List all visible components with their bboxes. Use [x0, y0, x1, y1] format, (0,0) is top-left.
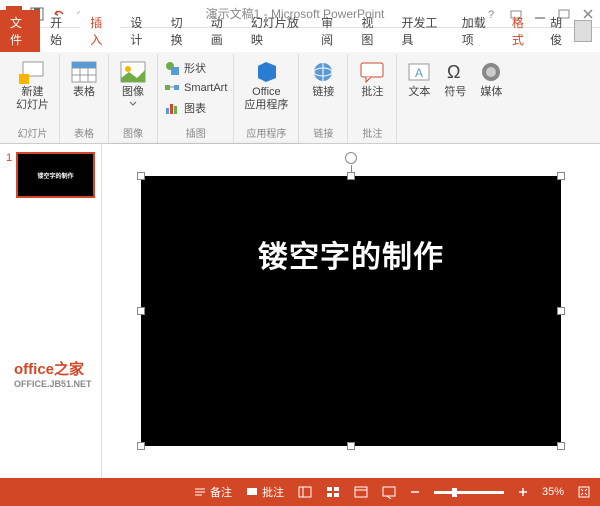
slide-thumbnail[interactable]: 1 镂空字的制作	[6, 152, 95, 198]
tab-home[interactable]: 开始	[40, 10, 80, 52]
watermark: office之家 OFFICE.JB51.NET	[14, 358, 92, 389]
notes-icon	[194, 486, 206, 498]
resize-handle-bm[interactable]	[347, 442, 355, 450]
media-icon	[479, 60, 503, 84]
link-icon	[309, 60, 337, 84]
tab-animations[interactable]: 动画	[201, 10, 241, 52]
ribbon-tabs: 文件 开始 插入 设计 切换 动画 幻灯片放映 审阅 视图 开发工具 加载项 格…	[0, 28, 600, 52]
chart-icon	[164, 100, 180, 116]
workspace: 1 镂空字的制作 镂空字的制作	[0, 144, 600, 478]
avatar	[574, 20, 592, 42]
group-images: 图像 图像	[109, 54, 158, 143]
tab-slideshow[interactable]: 幻灯片放映	[241, 10, 311, 52]
notes-button[interactable]: 备注	[194, 484, 232, 500]
image-button[interactable]: 图像	[115, 58, 151, 109]
tab-transitions[interactable]: 切换	[161, 10, 201, 52]
slide-canvas[interactable]: 镂空字的制作	[102, 144, 600, 478]
table-icon	[70, 60, 98, 84]
tab-design[interactable]: 设计	[120, 10, 160, 52]
comment-button[interactable]: 批注	[354, 58, 390, 101]
tab-format[interactable]: 格式	[502, 10, 542, 52]
resize-handle-tr[interactable]	[557, 172, 565, 180]
zoom-in-icon[interactable]	[518, 487, 528, 497]
new-slide-icon	[19, 60, 47, 84]
zoom-slider[interactable]	[434, 491, 504, 494]
zoom-slider-thumb[interactable]	[452, 488, 457, 497]
user-name-label: 胡俊	[550, 14, 570, 48]
group-tables: 表格 表格	[60, 54, 109, 143]
slide-thumbnail-panel: 1 镂空字的制作	[0, 144, 102, 478]
textbox-icon: A	[407, 60, 431, 84]
svg-text:A: A	[415, 66, 423, 80]
resize-handle-ml[interactable]	[137, 307, 145, 315]
resize-handle-bl[interactable]	[137, 442, 145, 450]
rotation-handle[interactable]	[345, 152, 357, 164]
tab-view[interactable]: 视图	[351, 10, 391, 52]
tab-review[interactable]: 审阅	[311, 10, 351, 52]
comments-icon	[246, 486, 258, 498]
chart-button[interactable]: 图表	[164, 100, 227, 116]
new-slide-button[interactable]: 新建 幻灯片	[12, 58, 53, 114]
tab-developer[interactable]: 开发工具	[391, 10, 451, 52]
user-account[interactable]: 胡俊	[542, 10, 600, 52]
resize-handle-tl[interactable]	[137, 172, 145, 180]
reading-view-icon[interactable]	[354, 485, 368, 499]
selected-shape[interactable]: 镂空字的制作	[141, 176, 561, 446]
slide-title-text: 镂空字的制作	[258, 232, 444, 276]
slideshow-view-icon[interactable]	[382, 485, 396, 499]
image-icon	[119, 60, 147, 84]
group-illustrations: 形状 SmartArt 图表 插图	[158, 54, 234, 143]
group-slides: 新建 幻灯片 幻灯片	[6, 54, 60, 143]
symbol-icon: Ω	[443, 60, 467, 84]
shapes-icon	[164, 60, 180, 76]
comment-icon	[358, 60, 386, 84]
group-comments: 批注 批注	[348, 54, 397, 143]
smartart-button[interactable]: SmartArt	[164, 80, 227, 96]
textbox-button[interactable]: A 文本	[403, 58, 435, 101]
normal-view-icon[interactable]	[298, 485, 312, 499]
office-apps-icon	[252, 60, 280, 84]
smartart-icon	[164, 80, 180, 96]
slide-shape: 镂空字的制作	[141, 176, 561, 446]
tab-file[interactable]: 文件	[0, 10, 40, 52]
resize-handle-tm[interactable]	[347, 172, 355, 180]
group-apps: Office 应用程序 应用程序	[234, 54, 299, 143]
tab-addins[interactable]: 加载项	[452, 10, 502, 52]
table-button[interactable]: 表格	[66, 58, 102, 101]
statusbar: 备注 批注 35%	[0, 478, 600, 506]
link-button[interactable]: 链接	[305, 58, 341, 101]
media-button[interactable]: 媒体	[475, 58, 507, 101]
dropdown-arrow-icon	[129, 101, 137, 107]
sorter-view-icon[interactable]	[326, 485, 340, 499]
group-links: 链接 链接	[299, 54, 348, 143]
zoom-level[interactable]: 35%	[542, 486, 564, 498]
zoom-out-icon[interactable]	[410, 487, 420, 497]
comments-button[interactable]: 批注	[246, 484, 284, 500]
resize-handle-mr[interactable]	[557, 307, 565, 315]
tab-insert[interactable]: 插入	[80, 10, 120, 52]
svg-text:Ω: Ω	[447, 62, 460, 82]
group-text: A 文本 Ω 符号 媒体	[397, 54, 513, 143]
ribbon: 新建 幻灯片 幻灯片 表格 表格 图像 图像 形状 SmartArt	[0, 52, 600, 144]
thumbnail-preview: 镂空字的制作	[16, 152, 95, 198]
shapes-button[interactable]: 形状	[164, 60, 227, 76]
office-apps-button[interactable]: Office 应用程序	[240, 58, 292, 114]
symbol-button[interactable]: Ω 符号	[439, 58, 471, 101]
fit-window-icon[interactable]	[578, 486, 590, 498]
resize-handle-br[interactable]	[557, 442, 565, 450]
